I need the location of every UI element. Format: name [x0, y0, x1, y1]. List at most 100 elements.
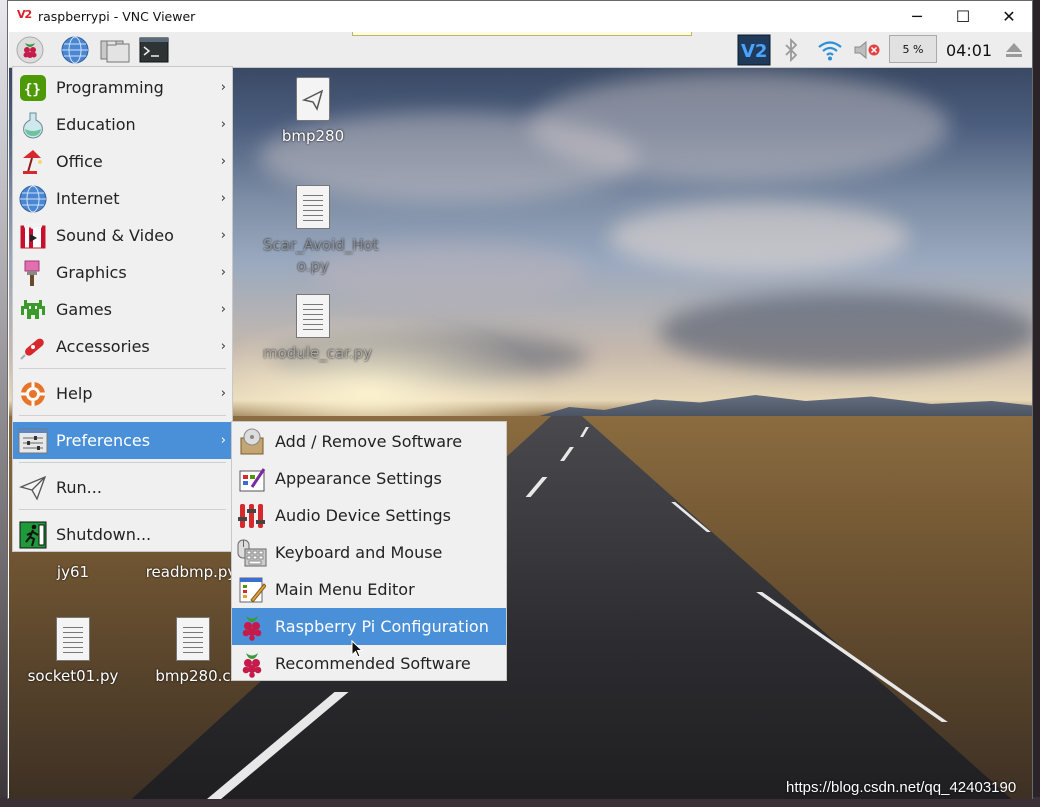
text-file-icon [56, 617, 90, 661]
desktop-icon-label: Scar_Avoid_Hot o.py [263, 236, 379, 275]
graphics-icon [18, 258, 48, 288]
sound-video-icon [18, 221, 48, 251]
menu-item-games[interactable]: Games › [13, 291, 232, 328]
chevron-right-icon: › [220, 433, 226, 448]
raspberry-menu-button[interactable] [14, 35, 46, 65]
menu-item-office[interactable]: Office › [13, 143, 232, 180]
chevron-right-icon: › [220, 117, 226, 132]
menu-separator [19, 462, 226, 463]
submenu-item-appearance-settings[interactable]: Appearance Settings [232, 460, 506, 497]
menu-item-graphics[interactable]: Graphics › [13, 254, 232, 291]
chevron-right-icon: › [220, 386, 226, 401]
web-browser-launcher[interactable] [59, 35, 91, 65]
menu-separator [19, 415, 226, 416]
chevron-right-icon: › [220, 302, 226, 317]
submenu-item-recommended-software[interactable]: Recommended Software [232, 645, 506, 682]
submenu-item-keyboard-mouse[interactable]: Keyboard and Mouse [232, 534, 506, 571]
menu-item-label: Education [56, 115, 136, 134]
desktop-icon-socket01[interactable]: socket01.py [23, 617, 123, 685]
file-manager-launcher[interactable] [98, 35, 132, 65]
chevron-right-icon: › [220, 265, 226, 280]
raspberry-icon [16, 36, 44, 64]
menu-item-internet[interactable]: Internet › [13, 180, 232, 217]
text-file-icon [176, 617, 210, 661]
menu-item-label: Preferences [56, 431, 151, 450]
terminal-launcher[interactable] [138, 35, 170, 65]
desktop-icon-label: socket01.py [27, 667, 119, 685]
audio-device-settings-icon [237, 501, 267, 531]
menu-item-programming[interactable]: {} Programming › [13, 69, 232, 106]
desktop-icon-bmp280[interactable]: bmp280 [263, 77, 363, 145]
menu-item-label: Office [56, 152, 103, 171]
desktop-icon-label: bmp280 [281, 127, 345, 145]
volume-tray[interactable] [852, 35, 882, 65]
send-file-icon [296, 77, 330, 121]
main-menu-editor-icon [237, 575, 267, 605]
desktop-icon-label: jy61 [56, 563, 90, 581]
desktop-icon-readbmp[interactable]: readbmp.py [141, 557, 241, 581]
cpu-monitor[interactable]: 5 % [889, 35, 937, 63]
education-icon [18, 110, 48, 140]
menu-separator [19, 509, 226, 510]
maximize-button[interactable]: ☐ [940, 1, 986, 32]
menu-item-shutdown[interactable]: Shutdown... [13, 516, 232, 553]
menu-item-preferences[interactable]: Preferences › [13, 422, 232, 459]
menu-item-education[interactable]: Education › [13, 106, 232, 143]
clock[interactable]: 04:01 [946, 41, 992, 60]
title-bar[interactable]: V2 raspberrypi - VNC Viewer ─ ☐ ✕ [8, 1, 1032, 32]
preferences-submenu: Add / Remove Software Appearance Setting… [231, 421, 507, 681]
desktop-icon-scar-avoid[interactable]: Scar_Avoid_Hot o.py [263, 185, 379, 277]
applications-menu: {} Programming › Education › Office › In… [12, 66, 233, 552]
vnc-icon: V2 [737, 34, 771, 66]
eject-button[interactable] [1001, 35, 1027, 65]
vnc-server-tray[interactable]: V2 [736, 34, 772, 66]
submenu-item-label: Audio Device Settings [275, 506, 451, 525]
menu-item-label: Sound & Video [56, 226, 174, 245]
menu-item-label: Accessories [56, 337, 150, 356]
menu-item-label: Games [56, 300, 112, 319]
submenu-item-label: Add / Remove Software [275, 432, 463, 451]
desktop-icon-module-car[interactable]: module_car.py [263, 294, 372, 362]
raspberry-icon [237, 649, 267, 679]
menu-item-label: Internet [56, 189, 120, 208]
menu-item-sound-video[interactable]: Sound & Video › [13, 217, 232, 254]
watermark: https://blog.csdn.net/qq_42403190 [786, 779, 1017, 796]
desktop-icon-bmp280c[interactable]: bmp280.c [143, 617, 243, 685]
internet-icon [18, 184, 48, 214]
menu-item-label: Run... [56, 478, 102, 497]
bluetooth-icon [785, 38, 798, 62]
office-icon [18, 147, 48, 177]
globe-icon [61, 36, 89, 64]
menu-item-help[interactable]: Help › [13, 375, 232, 412]
wifi-tray[interactable] [815, 35, 845, 65]
menu-item-run[interactable]: Run... [13, 469, 232, 506]
wifi-icon [818, 41, 842, 61]
programming-icon: {} [18, 73, 48, 103]
terminal-icon [139, 37, 169, 63]
submenu-item-raspberry-pi-configuration[interactable]: Raspberry Pi Configuration [232, 608, 506, 645]
bluetooth-tray[interactable] [780, 35, 802, 65]
window-title: raspberrypi - VNC Viewer [38, 9, 196, 24]
add-remove-software-icon [237, 427, 267, 457]
help-icon [18, 379, 48, 409]
desktop-icon-jy61[interactable]: jy61 [23, 557, 123, 581]
minimize-button[interactable]: ─ [894, 1, 940, 32]
preferences-icon [18, 426, 48, 456]
chevron-right-icon: › [220, 154, 226, 169]
appearance-settings-icon [237, 464, 267, 494]
text-file-icon [296, 185, 330, 229]
close-button[interactable]: ✕ [986, 1, 1032, 32]
svg-text:V2: V2 [741, 41, 767, 62]
submenu-item-label: Main Menu Editor [275, 580, 415, 599]
eject-icon [1006, 43, 1022, 57]
run-icon [18, 473, 48, 503]
submenu-item-main-menu-editor[interactable]: Main Menu Editor [232, 571, 506, 608]
submenu-item-label: Keyboard and Mouse [275, 543, 443, 562]
submenu-item-add-remove-software[interactable]: Add / Remove Software [232, 423, 506, 460]
mouse-cursor-icon [351, 640, 364, 658]
chevron-right-icon: › [220, 228, 226, 243]
svg-text:{}: {} [24, 82, 41, 98]
menu-item-label: Shutdown... [56, 525, 152, 544]
submenu-item-audio-device-settings[interactable]: Audio Device Settings [232, 497, 506, 534]
menu-item-accessories[interactable]: Accessories › [13, 328, 232, 365]
